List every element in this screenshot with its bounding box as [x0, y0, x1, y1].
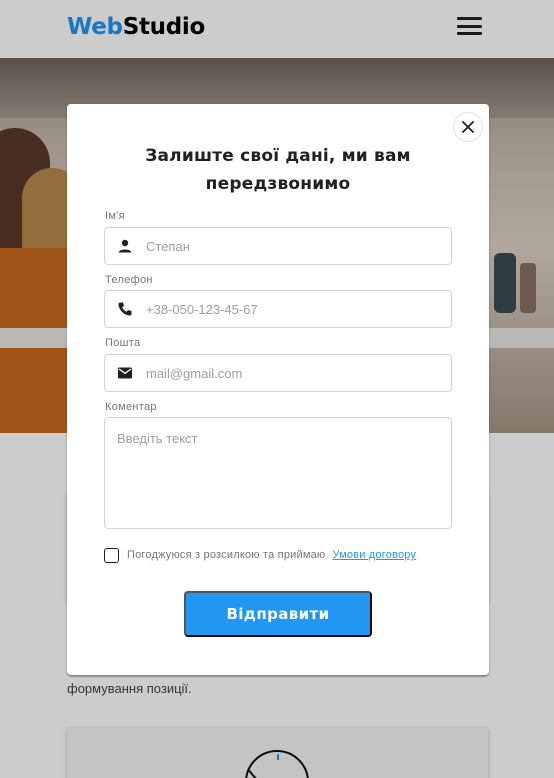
agree-checkbox[interactable]	[104, 547, 119, 563]
name-field[interactable]: Степан	[104, 227, 452, 265]
phone-field[interactable]: +38-050-123-45-67	[104, 290, 452, 328]
name-label: Ім'я	[105, 210, 125, 222]
close-button[interactable]	[453, 112, 483, 142]
email-label: Пошта	[105, 337, 141, 349]
contract-terms-link[interactable]: Умови договору	[332, 549, 416, 561]
person-icon	[118, 239, 132, 253]
name-placeholder: Степан	[146, 239, 190, 254]
submit-button[interactable]: Відправити	[184, 591, 372, 637]
agree-row: Погоджуюся з розсилкою та приймаю Умови …	[104, 547, 416, 563]
comment-textarea[interactable]: Введіть текст	[104, 417, 452, 529]
phone-placeholder: +38-050-123-45-67	[146, 302, 258, 317]
mail-icon	[118, 367, 132, 379]
email-field[interactable]: mail@gmail.com	[104, 354, 452, 392]
callback-modal: Залиште свої дані, ми вам передзвонимо І…	[67, 104, 489, 675]
comment-label: Коментар	[105, 401, 157, 413]
modal-title: Залиште свої дані, ми вам передзвонимо	[145, 146, 411, 194]
agree-text: Погоджуюся з розсилкою та приймаю	[127, 549, 326, 561]
phone-label: Телефон	[105, 274, 153, 286]
email-placeholder: mail@gmail.com	[146, 366, 243, 381]
close-icon	[462, 121, 474, 133]
phone-icon	[118, 302, 132, 316]
comment-placeholder: Введіть текст	[117, 431, 198, 446]
